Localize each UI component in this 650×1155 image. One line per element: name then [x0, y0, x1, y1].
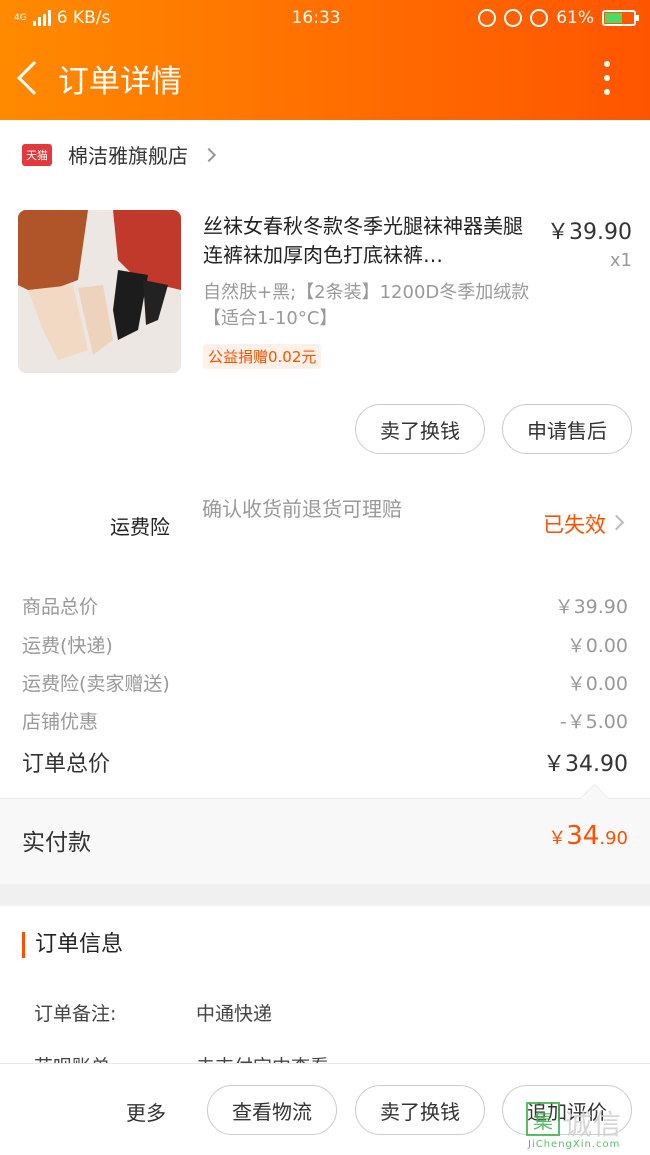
cost-label: 运费险(卖家赠送) — [22, 673, 170, 695]
insurance-desc: 确认收货前退货可理赔 — [202, 497, 402, 521]
mute-icon — [478, 9, 497, 27]
cost-label: 店铺优惠 — [22, 711, 99, 733]
battery-icon — [602, 10, 639, 26]
cost-label: 商品总价 — [22, 596, 99, 618]
cost-value: ￥39.90 — [554, 596, 628, 618]
app-header: 4G 6 KB/s 16:33 61% 订单详情 — [0, 0, 650, 120]
cost-value: -￥5.00 — [559, 711, 628, 733]
chevron-right-icon — [201, 147, 217, 162]
product-item[interactable]: 丝袜女春秋冬款冬季光腿袜神器美腿连裤袜加厚肉色打底袜裤… ￥39.90 x1 自… — [18, 210, 632, 375]
insurance-label: 运费险 — [110, 515, 170, 539]
paid-label: 实付款 — [22, 830, 91, 856]
status-time: 16:33 — [291, 8, 341, 28]
alarm-icon — [530, 9, 549, 27]
product-thumbnail — [18, 210, 181, 373]
paid-integer: 34 — [566, 821, 600, 851]
tmall-logo-icon: 天猫 — [22, 143, 52, 166]
cost-label: 运费(快递) — [22, 635, 113, 657]
order-total-value: ￥34.90 — [543, 752, 628, 777]
network-type: 4G — [14, 12, 27, 23]
watermark: 集 诚信 JiChengXin.com — [526, 1100, 644, 1152]
watermark-text: 诚信 — [564, 1108, 623, 1141]
lock-icon — [504, 9, 523, 27]
order-note-label: 订单备注: — [34, 1003, 117, 1025]
more-options-icon[interactable] — [592, 61, 622, 95]
cost-row: 运费险(卖家赠送) ￥0.00 — [22, 669, 628, 696]
section-divider — [0, 884, 650, 906]
order-total-label: 订单总价 — [22, 752, 111, 777]
product-quantity: x1 — [609, 250, 632, 271]
battery-percent: 61% — [556, 8, 594, 28]
order-total-row: 订单总价 ￥34.90 — [22, 746, 628, 778]
navbar: 订单详情 — [0, 36, 650, 120]
watermark-domain: JiChengXin.com — [528, 1139, 621, 1150]
back-arrow-icon[interactable] — [17, 61, 51, 95]
view-logistics-button[interactable]: 查看物流 — [207, 1085, 337, 1135]
insurance-status: 已失效 — [543, 513, 606, 537]
watermark-logo-icon: 集 — [526, 1102, 560, 1136]
signal-icon — [32, 10, 51, 26]
after-sale-button[interactable]: 申请售后 — [502, 404, 632, 454]
paid-amount-row: 实付款 ￥34.90 — [0, 798, 650, 884]
product-price: ￥39.90 — [547, 220, 632, 245]
network-speed: 6 KB/s — [56, 8, 111, 28]
more-button[interactable]: 更多 — [126, 1097, 166, 1126]
order-note-value: 中通快递 — [196, 1003, 273, 1025]
page-title: 订单详情 — [58, 63, 182, 100]
order-info-title: 订单信息 — [22, 932, 123, 958]
product-title: 丝袜女春秋冬款冬季光腿袜神器美腿连裤袜加厚肉色打底袜裤… — [203, 214, 523, 267]
cost-value: ￥0.00 — [566, 673, 628, 695]
chevron-right-icon — [608, 514, 625, 531]
cost-row: 店铺优惠 -￥5.00 — [22, 707, 628, 734]
paid-currency: ￥ — [548, 828, 567, 849]
charity-tag: 公益捐赠0.02元 — [203, 344, 322, 369]
cost-row: 运费(快递) ￥0.00 — [22, 631, 628, 658]
cost-row: 商品总价 ￥39.90 — [22, 592, 628, 619]
cost-value: ￥0.00 — [566, 635, 628, 657]
paid-decimal: .90 — [599, 828, 628, 849]
paid-amount: ￥34.90 — [548, 821, 628, 851]
status-bar: 4G 6 KB/s 16:33 61% — [0, 0, 650, 36]
shop-link[interactable]: 天猫 棉洁雅旗舰店 — [22, 140, 217, 169]
shop-name: 棉洁雅旗舰店 — [68, 144, 188, 168]
product-spec: 自然肤+黑;【2条装】1200D冬季加绒款【适合1-10°C】 — [203, 282, 530, 329]
resell-button[interactable]: 卖了换钱 — [355, 404, 485, 454]
shipping-insurance-row[interactable]: 运费险 确认收货前退货可理赔 已失效 — [0, 495, 650, 555]
resell-bottom-button[interactable]: 卖了换钱 — [355, 1085, 485, 1135]
